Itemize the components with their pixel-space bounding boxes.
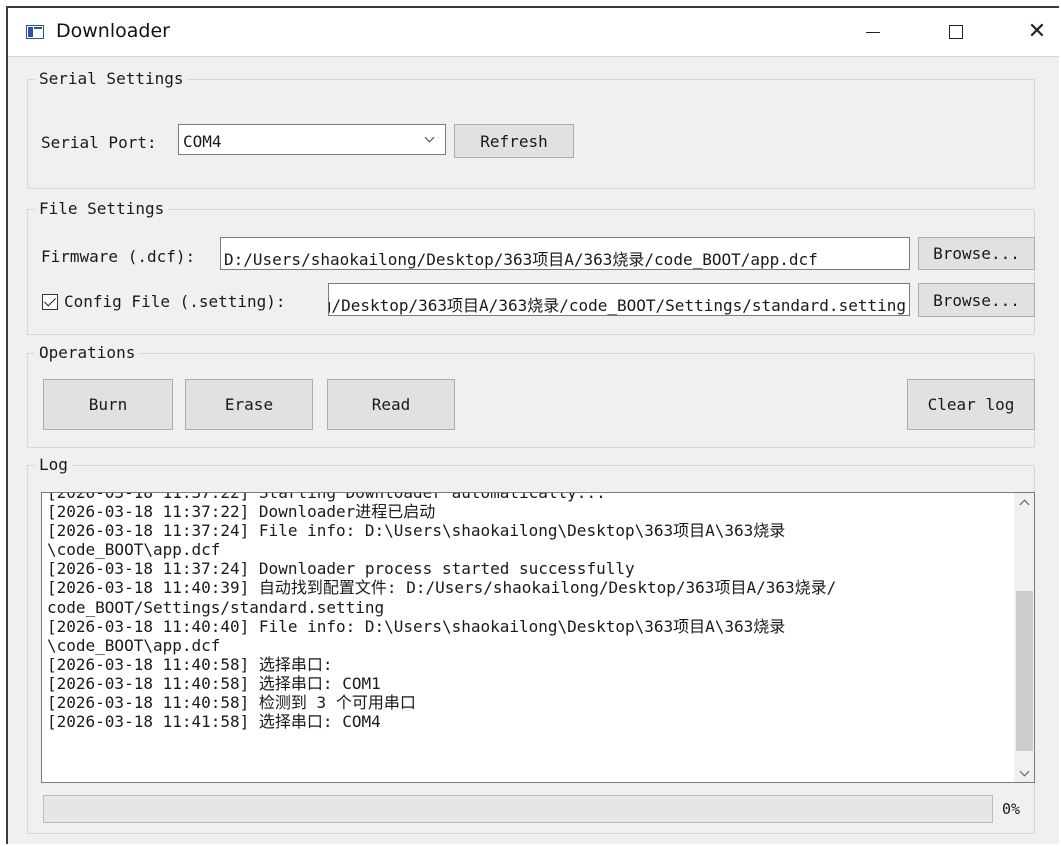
log-line: [2026-03-18 11:37:22] Starting Downloade… [47,492,606,502]
log-line: \code_BOOT\app.dcf [47,635,221,655]
maximize-icon [949,25,963,39]
serial-settings-title: Serial Settings [39,69,184,88]
log-lines: [2026-03-18 11:37:22] Starting Downloade… [47,492,1007,732]
minimize-button[interactable] [850,8,896,56]
chevron-down-icon [1019,766,1030,776]
firmware-label: Firmware (.dcf): [41,247,196,266]
close-button[interactable]: ✕ [1014,8,1060,56]
log-line: [2026-03-18 11:40:58] 选择串口: COM1 [47,673,381,693]
log-line: [2026-03-18 11:40:39] 自动找到配置文件: D:/Users… [47,578,837,598]
log-line: \code_BOOT\app.dcf [47,540,221,560]
chevron-down-icon [424,132,435,143]
chevron-up-icon [1019,499,1030,509]
browse-firmware-button[interactable]: Browse... [918,237,1035,270]
erase-button[interactable]: Erase [185,379,313,430]
maximize-button[interactable] [933,8,979,56]
serial-port-value: COM4 [183,132,222,151]
config-path-text: D:/Users/shaokailong/Desktop/363项目A/363烧… [328,296,906,315]
refresh-button[interactable]: Refresh [454,124,574,158]
close-icon: ✕ [1027,19,1047,44]
serial-port-label: Serial Port: [41,133,157,152]
window-title: Downloader [56,20,170,42]
burn-button[interactable]: Burn [43,379,173,430]
log-title: Log [39,455,68,474]
downloader-window: Downloader ✕ Serial Settings Serial Port… [6,6,1059,844]
operations-group: Operations [27,344,1035,448]
log-line: [2026-03-18 11:37:24] Downloader process… [47,559,635,579]
scroll-up-button[interactable] [1015,493,1034,511]
title-bar[interactable]: Downloader ✕ [8,8,1059,57]
app-window-icon [26,25,44,39]
log-scrollbar[interactable] [1014,493,1034,782]
log-line: [2026-03-18 11:40:58] 检测到 3 个可用串口 [47,693,416,713]
progress-bar [43,795,993,823]
firmware-path-input[interactable]: D:/Users/shaokailong/Desktop/363项目A/363烧… [220,237,910,270]
operations-title: Operations [39,343,136,362]
log-line: [2026-03-18 11:40:40] File info: D:\User… [47,616,786,636]
log-output[interactable]: [2026-03-18 11:37:22] Starting Downloade… [41,492,1035,783]
file-settings-title: File Settings [39,199,165,218]
clear-log-button[interactable]: Clear log [907,379,1035,430]
log-line: [2026-03-18 11:40:58] 选择串口: [47,654,333,674]
config-file-checkbox[interactable] [42,294,58,310]
firmware-path-text: D:/Users/shaokailong/Desktop/363项目A/363烧… [224,250,818,269]
log-line: [2026-03-18 11:37:22] Downloader进程已启动 [47,502,436,522]
read-button[interactable]: Read [327,379,455,430]
config-path-input[interactable]: D:/Users/shaokailong/Desktop/363项目A/363烧… [328,283,910,316]
serial-port-select[interactable]: COM4 [178,124,446,155]
minimize-icon [866,31,880,33]
scroll-down-button[interactable] [1015,764,1034,782]
progress-text: 0% [1002,800,1021,818]
log-line: [2026-03-18 11:37:24] File info: D:\User… [47,521,786,541]
scroll-thumb[interactable] [1016,591,1033,751]
config-file-label: Config File (.setting): [64,292,286,311]
log-line: [2026-03-18 11:41:58] 选择串口: COM4 [47,712,381,732]
browse-config-button[interactable]: Browse... [918,283,1035,317]
log-line: code_BOOT/Settings/standard.setting [47,597,385,617]
